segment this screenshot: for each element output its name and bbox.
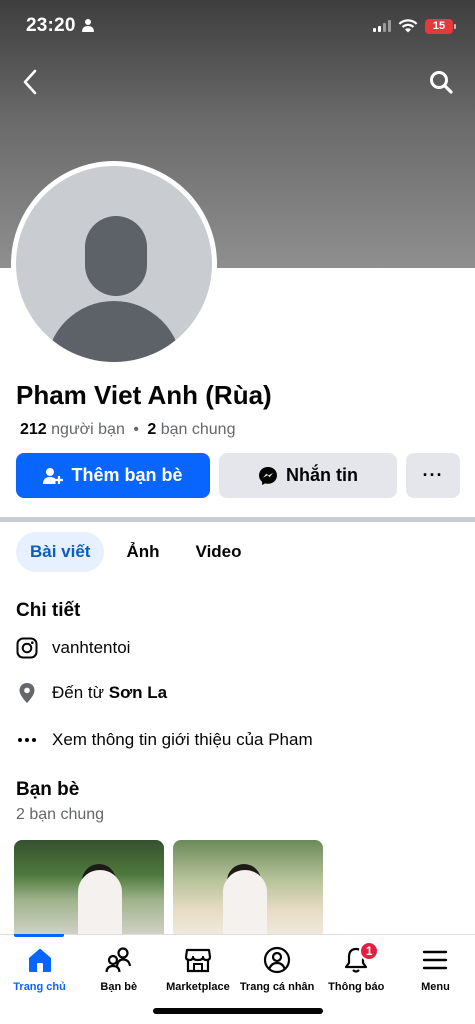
nav-menu-label: Menu xyxy=(421,981,450,993)
tab-photos[interactable]: Ảnh xyxy=(112,532,173,572)
ellipsis-icon xyxy=(16,729,38,751)
nav-friends[interactable]: Bạn bè xyxy=(79,935,158,1024)
profile-icon xyxy=(262,945,292,975)
nav-notifications[interactable]: 1 Thông báo xyxy=(317,935,396,1024)
message-button[interactable]: Nhắn tin xyxy=(219,453,397,498)
avatar xyxy=(16,166,212,362)
tab-videos[interactable]: Video xyxy=(182,532,256,572)
wifi-icon xyxy=(398,19,418,33)
hometown-place[interactable]: Sơn La xyxy=(109,683,167,702)
see-more-label: Xem thông tin giới thiệu của Pham xyxy=(52,730,313,749)
marketplace-icon xyxy=(183,945,213,975)
nav-menu[interactable]: Menu xyxy=(396,935,475,1024)
nav-marketplace-label: Marketplace xyxy=(166,981,230,993)
separator: • xyxy=(133,421,139,438)
home-indicator xyxy=(153,1008,323,1014)
add-friend-label: Thêm bạn bè xyxy=(71,465,183,485)
location-pin-icon xyxy=(16,682,38,704)
profile-actions: Thêm bạn bè Nhắn tin ··· xyxy=(16,453,460,498)
chevron-left-icon xyxy=(23,69,37,95)
home-icon xyxy=(25,945,55,975)
battery-level: 15 xyxy=(432,20,446,32)
friend-counts[interactable]: 212 người bạn • 2 bạn chung xyxy=(20,421,235,439)
instagram-icon xyxy=(16,637,38,659)
status-time: 23:20 xyxy=(26,15,76,36)
tab-posts[interactable]: Bài viết xyxy=(16,532,105,572)
nav-notifications-label: Thông báo xyxy=(328,981,385,993)
hometown-prefix: Đến từ xyxy=(52,683,105,702)
more-icon: ··· xyxy=(422,465,444,485)
add-friend-button[interactable]: Thêm bạn bè xyxy=(16,453,210,498)
person-icon xyxy=(81,19,94,33)
detail-hometown: Đến từ Sơn La xyxy=(16,682,167,704)
section-divider xyxy=(0,517,475,522)
friend-photo[interactable] xyxy=(14,840,164,940)
detail-instagram[interactable]: vanhtentoi xyxy=(16,637,130,659)
friends-subtitle: 2 bạn chung xyxy=(16,806,105,823)
nav-home[interactable]: Trang chủ xyxy=(0,934,79,1024)
detail-see-more[interactable]: Xem thông tin giới thiệu của Pham xyxy=(16,729,313,751)
more-button[interactable]: ··· xyxy=(406,453,460,498)
friends-title[interactable]: Bạn bè xyxy=(16,779,79,801)
friend-label: người bạn xyxy=(51,421,125,438)
profile-avatar[interactable] xyxy=(11,161,217,367)
friend-photo[interactable] xyxy=(173,840,323,940)
add-friend-icon xyxy=(43,467,64,484)
instagram-handle: vanhtentoi xyxy=(52,638,131,657)
signal-icon xyxy=(373,20,391,32)
nav-home-label: Trang chủ xyxy=(13,981,66,993)
menu-icon xyxy=(420,945,450,975)
status-bar: 23:20 15 xyxy=(0,0,475,52)
message-label: Nhắn tin xyxy=(286,465,358,485)
profile-tabs: Bài viết Ảnh Video xyxy=(16,532,256,572)
profile-name: Pham Viet Anh (Rùa) xyxy=(16,380,272,410)
details-title: Chi tiết xyxy=(16,600,81,621)
nav-friends-label: Bạn bè xyxy=(100,981,138,993)
mutual-count: 2 xyxy=(147,421,157,438)
messenger-icon xyxy=(259,466,277,485)
notification-badge: 1 xyxy=(359,941,380,961)
search-button[interactable] xyxy=(425,66,457,98)
friends-icon xyxy=(104,945,134,975)
nav-profile-label: Trang cá nhân xyxy=(239,981,315,993)
search-icon xyxy=(430,71,453,94)
friend-count: 212 xyxy=(20,421,47,438)
mutual-label: bạn chung xyxy=(160,421,236,438)
bell-icon: 1 xyxy=(341,941,380,975)
battery-icon: 15 xyxy=(425,18,456,34)
back-button[interactable] xyxy=(14,66,46,98)
